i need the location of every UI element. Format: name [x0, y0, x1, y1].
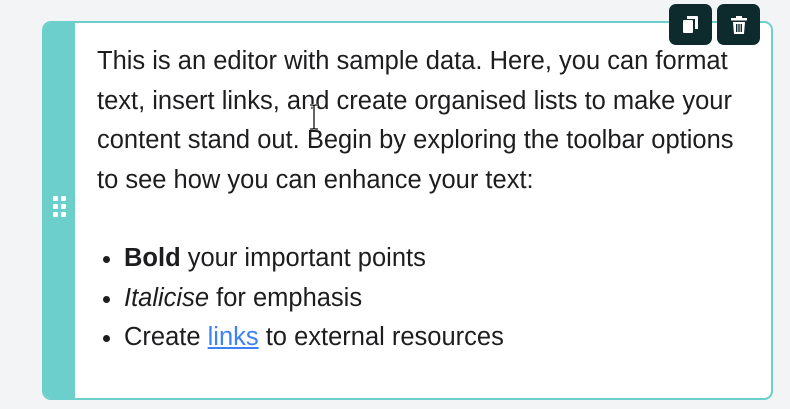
trash-icon [730, 15, 747, 34]
drag-grip-icon [53, 196, 66, 217]
copy-icon [682, 15, 698, 33]
text-cursor-icon [310, 104, 318, 130]
bold-text: Bold [124, 244, 181, 272]
list-item[interactable]: Italicise for emphasis [124, 279, 741, 319]
link[interactable]: links [208, 323, 259, 351]
copy-button[interactable] [669, 4, 712, 45]
list-item-text: to external resources [258, 323, 504, 351]
block-toolbar [669, 4, 760, 45]
bullet-list: Bold your important points Italicise for… [97, 239, 741, 358]
editor-content[interactable]: This is an editor with sample data. Here… [97, 42, 741, 358]
delete-button[interactable] [717, 4, 760, 45]
italic-text: Italicise [124, 283, 210, 312]
drag-handle[interactable] [44, 23, 75, 398]
list-item[interactable]: Bold your important points [124, 239, 741, 279]
list-item-text: Create [124, 323, 208, 351]
intro-paragraph[interactable]: This is an editor with sample data. Here… [97, 42, 741, 200]
list-item[interactable]: Create links to external resources [124, 318, 741, 358]
list-item-text: for emphasis [209, 283, 363, 312]
editor-block[interactable]: This is an editor with sample data. Here… [42, 21, 773, 400]
list-item-text: your important points [180, 244, 426, 272]
